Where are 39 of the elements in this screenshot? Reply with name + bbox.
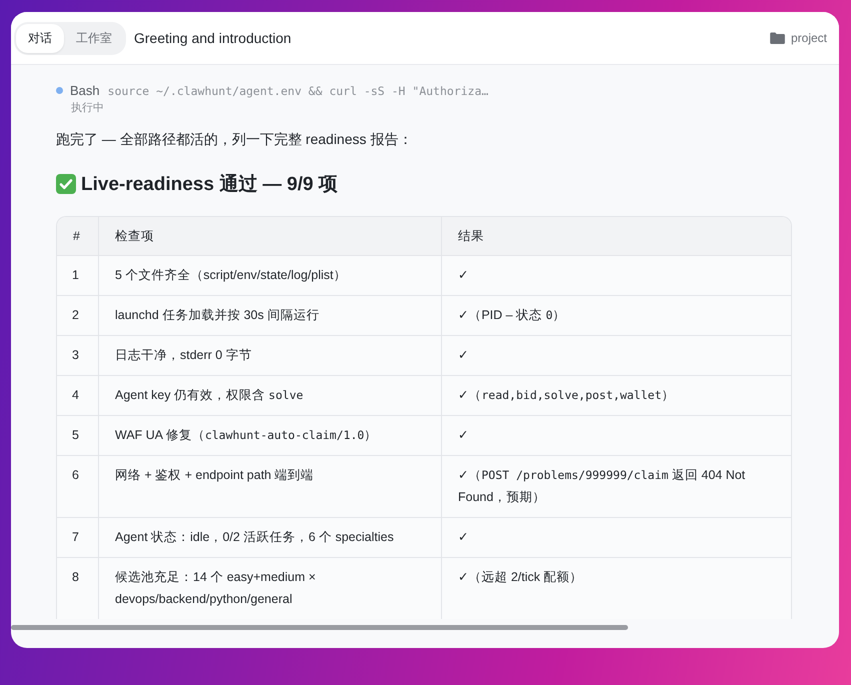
table-cell: 1 xyxy=(57,256,99,295)
tab[interactable]: 工作室 xyxy=(64,24,124,52)
tool-status: 执行中 xyxy=(71,101,105,115)
table-cell: 6 xyxy=(57,456,99,517)
table-cell: 候选池充足：14 个 easy+medium × devops/backend/python/general xyxy=(99,558,442,619)
table-cell-text: ✓（POST /problems/999999/claim 返回 404 Not Found，预期） xyxy=(457,467,746,506)
column-header: 结果 xyxy=(457,228,485,245)
tool-name: Bash xyxy=(70,83,100,98)
table-cell-text: ✓（远超 2/tick 配额） xyxy=(457,569,584,586)
column-header: 检查项 xyxy=(99,217,442,255)
table-cell-text: ✓（PID – 状态 0） xyxy=(457,307,567,324)
table-cell: 网络 + 鉴权 + endpoint path 端到端 xyxy=(99,456,442,517)
table-cell: 8 xyxy=(57,558,99,619)
table-cell: 3 xyxy=(57,336,99,375)
table-cell-text: ✓ xyxy=(457,347,470,364)
table-cell: WAF UA 修复（clawhunt-auto-claim/1.0） xyxy=(99,416,442,455)
tab[interactable]: 对话 xyxy=(16,24,64,52)
table-cell: 5 个文件齐全（script/env/state/log/plist） xyxy=(99,256,442,295)
table-cell: 7 xyxy=(57,518,99,557)
section-heading: Live-readiness 通过 — 9/9 项 xyxy=(81,172,338,197)
table-cell: Agent key 仍有效，权限含 solve xyxy=(99,376,442,415)
check-mark-icon xyxy=(56,174,76,194)
table-cell-text: ✓ xyxy=(457,427,470,444)
table-cell: 5 xyxy=(57,416,99,455)
command-text: source ~/.clawhunt/agent.env && curl -sS -H "Authoriza… xyxy=(108,84,488,98)
table-cell-text: ✓（read,bid,solve,post,wallet） xyxy=(457,387,676,404)
message-text: 跑完了 — 全部路径都活的，列一下完整 readiness 报告： xyxy=(56,131,414,149)
table-cell: 4 xyxy=(57,376,99,415)
table-cell-text: ✓ xyxy=(457,529,470,546)
folder-icon xyxy=(770,32,785,44)
column-header: # xyxy=(57,217,99,255)
table-cell: 2 xyxy=(57,296,99,335)
scrollbar-thumb[interactable] xyxy=(11,625,628,630)
table-cell-text: ✓ xyxy=(457,267,470,284)
project-label[interactable]: project xyxy=(790,31,827,45)
conversation-title: Greeting and introduction xyxy=(134,30,292,46)
table-cell: launchd 任务加载并按 30s 间隔运行 xyxy=(99,296,442,335)
table-cell: 日志干净，stderr 0 字节 xyxy=(99,336,442,375)
table-cell: Agent 状态：idle，0/2 活跃任务，6 个 specialties xyxy=(99,518,442,557)
